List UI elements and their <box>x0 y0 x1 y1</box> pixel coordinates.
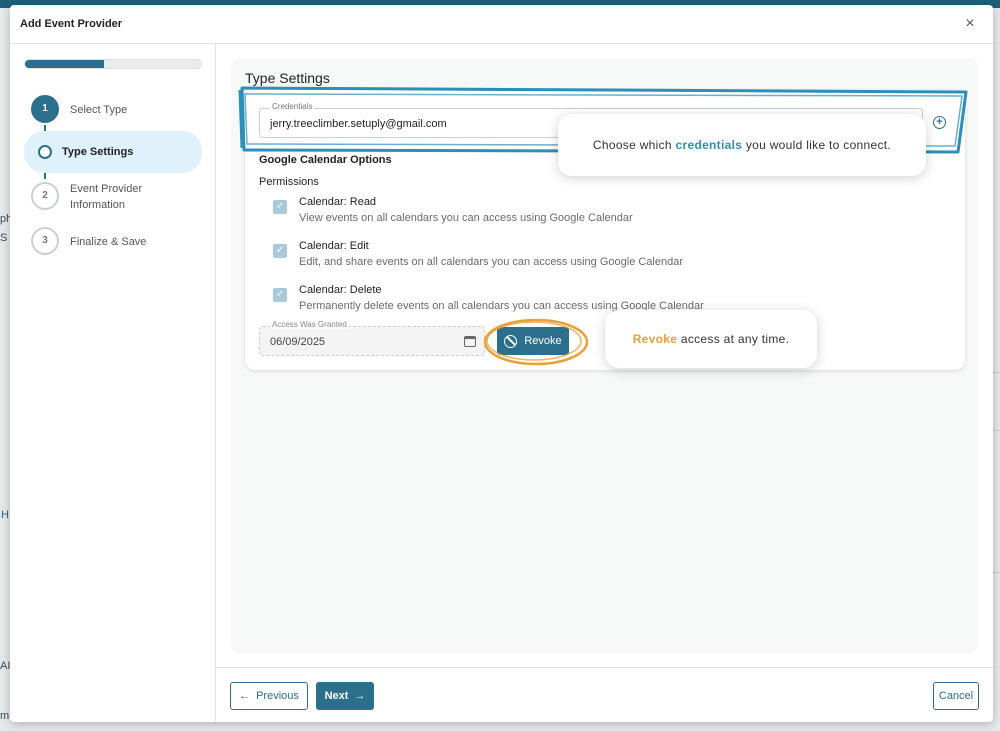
callout-text-post: you would like to connect. <box>742 138 892 152</box>
revoke-label: Revoke <box>524 335 562 347</box>
permission-title: Calendar: Read <box>299 196 377 208</box>
background-divider <box>993 430 1000 431</box>
revoke-callout: Revoke access at any time. <box>605 310 817 368</box>
callout-text: Choose which credentials you would like … <box>593 138 891 152</box>
close-icon[interactable]: × <box>961 15 979 33</box>
cancel-button[interactable]: Cancel <box>933 682 979 710</box>
callout-text-post: access at any time. <box>677 332 790 346</box>
permission-delete: ✓ Calendar: Delete Permanently delete ev… <box>273 284 913 320</box>
access-granted-date-field: Access Was Granted 06/09/2025 <box>259 320 485 356</box>
permission-title: Calendar: Delete <box>299 284 382 296</box>
background-text: H <box>1 509 9 521</box>
step-number: 3 <box>31 227 59 255</box>
background-divider <box>993 372 1000 373</box>
wizard-stepper: 1 Select Type Type Settings 2 Event Prov… <box>10 44 216 722</box>
step-number: 1 <box>31 95 59 123</box>
checkbox-delete[interactable]: ✓ <box>273 288 287 302</box>
wizard-progress-bar <box>24 59 202 69</box>
next-button[interactable]: Next → <box>316 682 374 710</box>
step-finalize-save[interactable]: 3 Finalize & Save <box>24 222 202 262</box>
callout-highlight: credentials <box>675 138 743 152</box>
checkbox-edit[interactable]: ✓ <box>273 244 287 258</box>
background-text: AI <box>0 660 11 672</box>
calendar-icon <box>464 336 476 347</box>
add-event-provider-dialog: Add Event Provider × 1 Select Type Type … <box>10 5 993 722</box>
credentials-legend: Credentials <box>270 102 315 111</box>
step-label: Select Type <box>70 104 128 116</box>
step-type-settings[interactable]: Type Settings <box>24 131 202 173</box>
add-credential-icon[interactable]: + <box>933 116 946 129</box>
permission-edit: ✓ Calendar: Edit Edit, and share events … <box>273 240 913 276</box>
dialog-header: Add Event Provider × <box>10 5 993 44</box>
previous-button[interactable]: ← Previous <box>230 682 308 710</box>
section-title: Type Settings <box>245 70 330 86</box>
dialog-footer: ← Previous Next → Cancel <box>216 667 993 722</box>
background-divider <box>993 572 1000 573</box>
arrow-left-icon: ← <box>239 690 251 702</box>
next-label: Next <box>324 690 349 702</box>
access-granted-value: 06/09/2025 <box>270 336 326 348</box>
permission-title: Calendar: Edit <box>299 240 369 252</box>
background-text: m <box>0 710 10 722</box>
permission-read: ✓ Calendar: Read View events on all cale… <box>273 196 913 232</box>
dialog-title: Add Event Provider <box>20 18 123 30</box>
google-calendar-options-title: Google Calendar Options <box>259 154 392 166</box>
permission-description: View events on all calendars you can acc… <box>299 212 633 224</box>
credentials-value: jerry.treeclimber.setuply@gmail.com <box>270 118 447 130</box>
access-granted-legend: Access Was Granted <box>270 320 349 329</box>
callout-highlight: Revoke <box>632 332 678 346</box>
permissions-label: Permissions <box>259 176 319 188</box>
ban-icon <box>504 334 518 348</box>
progress-fill <box>25 60 105 68</box>
previous-label: Previous <box>256 690 299 702</box>
background-text: S <box>0 232 8 244</box>
arrow-right-icon: → <box>354 690 366 702</box>
callout-text-pre: Choose which <box>592 138 676 152</box>
callout-text: Revoke access at any time. <box>633 332 790 346</box>
revoke-button[interactable]: Revoke <box>497 327 569 355</box>
step-event-provider-information[interactable]: 2 Event Provider Information <box>24 177 202 217</box>
step-label: Finalize & Save <box>70 236 147 248</box>
checkbox-read[interactable]: ✓ <box>273 200 287 214</box>
cancel-label: Cancel <box>938 690 974 702</box>
step-active-indicator <box>38 145 52 159</box>
step-label: Event Provider Information <box>70 183 143 211</box>
permission-description: Edit, and share events on all calendars … <box>299 256 684 268</box>
credentials-callout: Choose which credentials you would like … <box>558 114 926 176</box>
step-number: 2 <box>31 182 59 210</box>
step-label: Type Settings <box>62 146 134 158</box>
step-select-type[interactable]: 1 Select Type <box>24 90 202 130</box>
